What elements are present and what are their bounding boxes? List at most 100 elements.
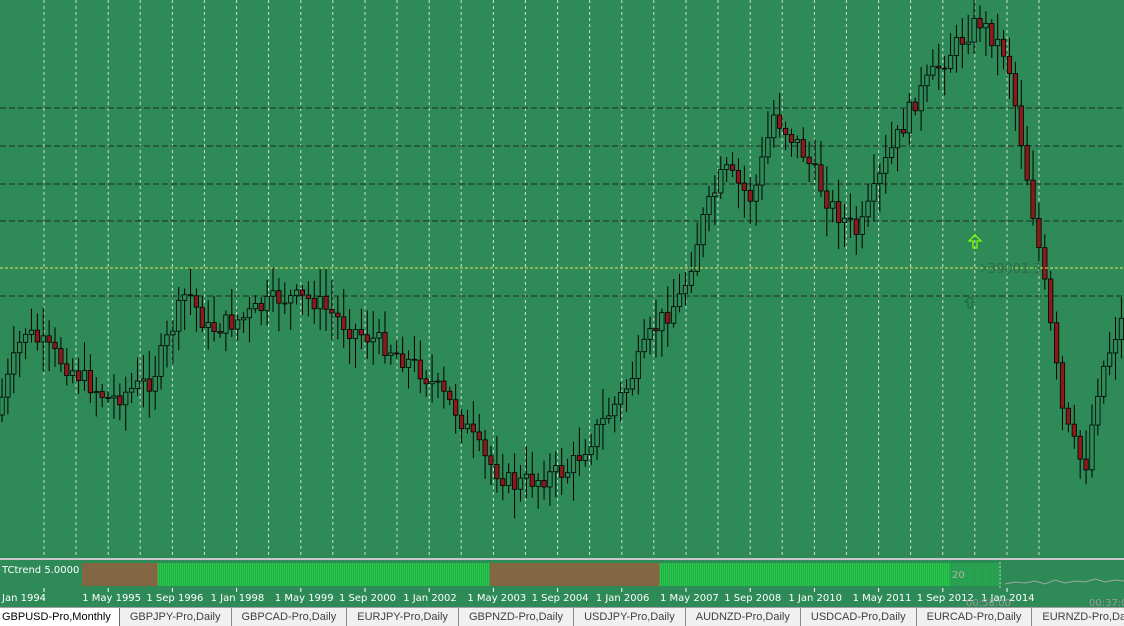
indicator-bar-up (195, 563, 198, 586)
tab-audnzd-pro-daily[interactable]: AUDNZD-Pro,Daily (686, 608, 801, 626)
indicator-bar-up (681, 563, 684, 586)
indicator-bar-down (649, 563, 652, 586)
candle-bull (671, 306, 677, 324)
indicator-bar-up (255, 563, 258, 586)
candle-bull (5, 373, 11, 398)
indicator-bar-up (945, 563, 948, 586)
indicator-bar-down (122, 563, 124, 586)
indicator-bar-up (485, 563, 488, 586)
indicator-bar-up (701, 563, 704, 586)
candle-bear (559, 465, 565, 478)
candle-bull (724, 164, 730, 170)
indicator-bar-up (725, 563, 728, 586)
indicator-bar-up (187, 563, 190, 586)
tab-usdcad-pro-daily[interactable]: USDCAD-Pro,Daily (801, 608, 917, 626)
indicator-bar-up (947, 563, 950, 586)
indicator-bar-up (303, 563, 306, 586)
candle-bear (447, 390, 453, 401)
candle-bear (199, 306, 205, 328)
candle-bear (75, 370, 82, 382)
indicator-bar-up (165, 563, 168, 586)
candle-bull (152, 375, 158, 392)
candle-bull (293, 289, 300, 297)
indicator-bar-up (845, 563, 848, 586)
indicator-bar-up (669, 563, 672, 586)
indicator-bar-down (142, 563, 144, 586)
indicator-bar-up (379, 563, 382, 586)
tab-gbpnzd-pro-daily[interactable]: GBPNZD-Pro,Daily (459, 608, 575, 626)
indicator-bar-up (339, 563, 342, 586)
indicator-bar-down (491, 563, 494, 586)
indicator-bar-up (797, 563, 800, 586)
candle-bear (52, 341, 58, 349)
candle-bull (164, 334, 170, 347)
candle-bull (370, 337, 376, 343)
indicator-bar-up (373, 563, 376, 586)
indicator-bar-down (106, 563, 108, 586)
indicator-bar-up (393, 563, 396, 586)
tab-usdjpy-pro-daily[interactable]: USDJPY-Pro,Daily (574, 608, 686, 626)
indicator-bar-up (451, 563, 454, 586)
tab-eurnzd-pro-daily[interactable]: EURNZD-Pro,Daily (1032, 608, 1124, 626)
candle-bear (488, 455, 494, 465)
indicator-bar-down (639, 563, 642, 586)
indicator-bar-up (691, 563, 694, 586)
indicator-bar-up (213, 563, 216, 586)
candle-bull (1112, 339, 1119, 354)
tab-gbpcad-pro-daily[interactable]: GBPCAD-Pro,Daily (232, 608, 348, 626)
tab-gbpjpy-pro-daily[interactable]: GBPJPY-Pro,Daily (120, 608, 232, 626)
indicator-bar-up (439, 563, 442, 586)
tab-eurcad-pro-daily[interactable]: EURCAD-Pro,Daily (917, 608, 1033, 626)
indicator-bar-up (283, 563, 286, 586)
candle-bull (606, 415, 612, 419)
indicator-bar-up (665, 563, 668, 586)
candle-bear (800, 139, 806, 158)
candle-bull (753, 184, 759, 202)
indicator-bar-up (363, 563, 366, 586)
indicator-bar-up (327, 563, 330, 586)
candle-bear (741, 182, 747, 191)
indicator-bar-up (789, 563, 792, 586)
candle-bull (682, 284, 689, 295)
candle-bull (252, 303, 258, 310)
candle-bear (311, 297, 317, 310)
tab-gbpusd-pro-monthly[interactable]: GBPUSD-Pro,Monthly (0, 608, 120, 626)
indicator-bar-down (621, 563, 624, 586)
indicator-bar-up (677, 563, 680, 586)
candle-bull (635, 351, 641, 379)
indicator-bar-up (437, 563, 440, 586)
indicator-bar-down (575, 563, 578, 586)
candle-bear (400, 353, 406, 368)
indicator-bar-up (887, 563, 890, 586)
candlestick-chart[interactable]: 39001.3 (0, 0, 1124, 558)
indicator-bar-up (861, 563, 864, 586)
indicator-bar-up (697, 563, 700, 586)
indicator-panel[interactable]: TCtrend 5.0000 40 20 (0, 558, 1124, 588)
indicator-bar-up (879, 563, 882, 586)
indicator-bar-up (715, 563, 718, 586)
candle-bear (1077, 435, 1083, 460)
indicator-bar-up (923, 563, 926, 586)
indicator-bar-up (823, 563, 826, 586)
indicator-bar-down (545, 563, 548, 586)
indicator-bar-down (92, 563, 94, 586)
indicator-bar-up (449, 563, 452, 586)
indicator-bar-down (623, 563, 626, 586)
indicator-bar-up (453, 563, 456, 586)
current-price-label: 39001.3 (988, 262, 1042, 277)
indicator-bar-up (913, 563, 916, 586)
indicator-bar-up (683, 563, 686, 586)
indicator-bar-up (713, 563, 716, 586)
indicator-bar-up (891, 563, 894, 586)
candle-bull (1089, 424, 1095, 471)
indicator-bar-up (249, 563, 252, 586)
candle-bear (64, 363, 70, 376)
indicator-bar-up (397, 563, 400, 586)
indicator-bar-down (643, 563, 646, 586)
indicator-bar-up (381, 563, 384, 586)
price-chart[interactable]: 39001.3 (0, 0, 1124, 558)
x-tick-label: 1 Sep 2008 (724, 593, 781, 604)
candle-bull (0, 396, 5, 416)
tab-eurjpy-pro-daily[interactable]: EURJPY-Pro,Daily (347, 608, 459, 626)
chart-tabs[interactable]: GBPUSD-Pro,Monthly GBPJPY-Pro,Daily GBPCAD… (0, 607, 1124, 626)
